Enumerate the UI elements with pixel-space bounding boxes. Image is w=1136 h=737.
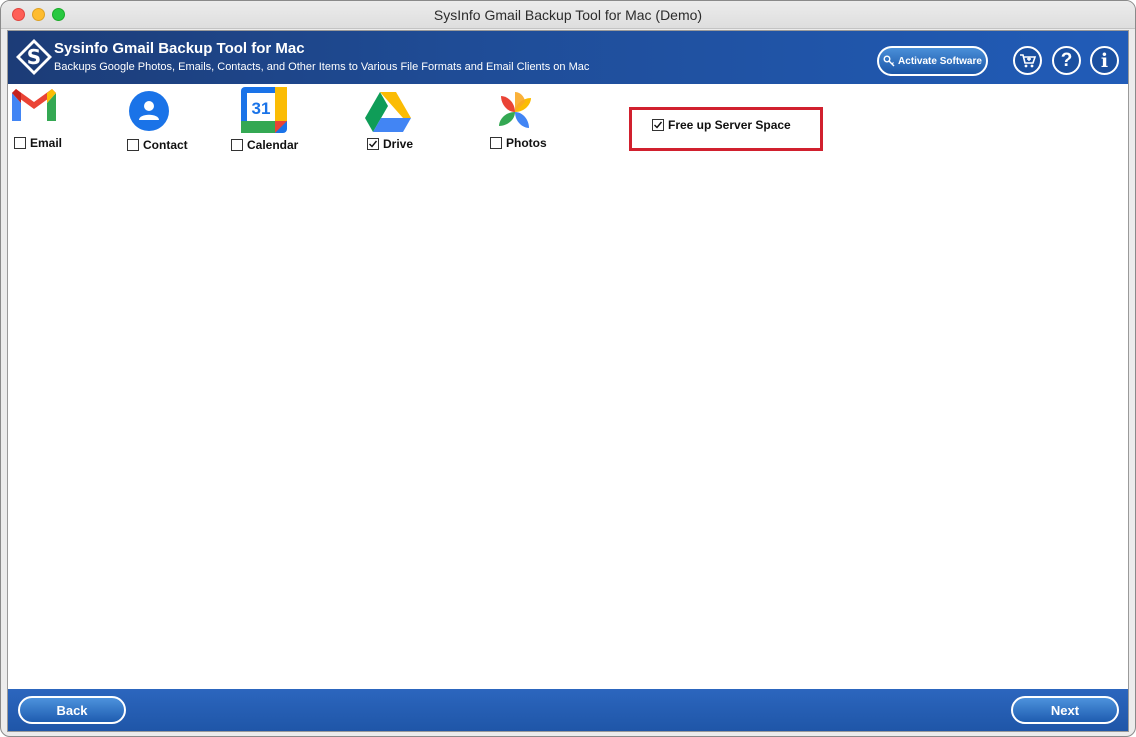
- photos-checkbox[interactable]: Photos: [490, 136, 547, 150]
- window-title: SysInfo Gmail Backup Tool for Mac (Demo): [433, 7, 703, 23]
- info-icon[interactable]: i: [1090, 46, 1119, 75]
- photos-icon: [491, 88, 539, 136]
- contact-checkbox[interactable]: Contact: [127, 138, 188, 152]
- contact-checkbox-box[interactable]: [127, 139, 139, 151]
- check-icon: [654, 121, 663, 129]
- email-checkbox-box[interactable]: [14, 137, 26, 149]
- calendar-icon: 31: [241, 87, 287, 133]
- activate-software-button[interactable]: Activate Software: [877, 46, 988, 76]
- free-up-checkbox-box[interactable]: [652, 119, 664, 131]
- gmail-icon: [10, 87, 58, 125]
- app-subtitle: Backups Google Photos, Emails, Contacts,…: [54, 61, 590, 73]
- check-icon: [369, 140, 378, 148]
- calendar-checkbox-box[interactable]: [231, 139, 243, 151]
- footer-bar: Back Next: [8, 689, 1128, 731]
- svg-text:S: S: [27, 45, 41, 69]
- contact-icon: [128, 90, 170, 132]
- help-icon[interactable]: ?: [1052, 46, 1081, 75]
- photos-checkbox-box[interactable]: [490, 137, 502, 149]
- cart-icon[interactable]: [1013, 46, 1042, 75]
- calendar-date: 31: [252, 99, 271, 118]
- back-button[interactable]: Back: [18, 696, 126, 724]
- calendar-checkbox[interactable]: Calendar: [231, 138, 298, 152]
- photos-label: Photos: [506, 136, 547, 150]
- app-header: S Sysinfo Gmail Backup Tool for Mac Back…: [8, 31, 1128, 84]
- email-checkbox[interactable]: Email: [14, 136, 62, 150]
- contact-label: Contact: [143, 138, 188, 152]
- title-bar: SysInfo Gmail Backup Tool for Mac (Demo): [1, 1, 1135, 29]
- app-window: SysInfo Gmail Backup Tool for Mac (Demo)…: [0, 0, 1136, 737]
- email-label: Email: [30, 136, 63, 150]
- drive-label: Drive: [383, 137, 414, 151]
- sysinfo-logo: S: [16, 39, 52, 75]
- app-title: Sysinfo Gmail Backup Tool for Mac: [54, 40, 305, 57]
- drive-checkbox[interactable]: Drive: [367, 137, 413, 151]
- free-up-label: Free up Server Space: [668, 118, 791, 132]
- drive-checkbox-box[interactable]: [367, 138, 379, 150]
- next-button[interactable]: Next: [1011, 696, 1119, 724]
- free-up-server-space-checkbox[interactable]: Free up Server Space: [652, 118, 791, 132]
- app-content: S Sysinfo Gmail Backup Tool for Mac Back…: [7, 30, 1129, 732]
- drive-icon: [365, 92, 411, 132]
- calendar-label: Calendar: [247, 138, 299, 152]
- key-icon: [883, 55, 895, 67]
- activate-software-label: Activate Software: [898, 55, 982, 67]
